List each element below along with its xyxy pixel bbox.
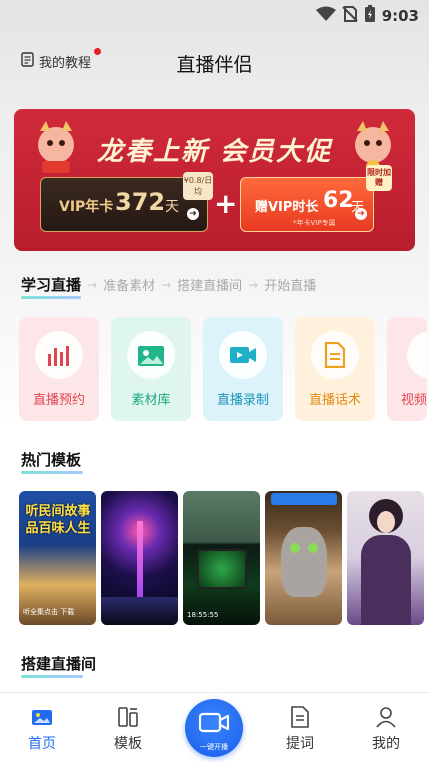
- template-banner: [271, 493, 337, 505]
- bar-chart-icon: [35, 331, 83, 379]
- template-card[interactable]: [347, 491, 424, 625]
- profile-icon: [376, 707, 396, 728]
- tool-video[interactable]: 视频: [387, 317, 427, 421]
- bonus-card-note: *年卡VIP专属: [293, 219, 336, 227]
- wifi-icon: [315, 6, 336, 26]
- template-icon: [118, 707, 138, 727]
- step-build-room[interactable]: 搭建直播间: [177, 275, 242, 294]
- vip-card-label: VIP年卡: [59, 199, 114, 215]
- go-live-button[interactable]: 一键开播: [185, 699, 243, 757]
- status-bar: 9:03: [0, 0, 429, 30]
- template-card[interactable]: 听民间故事品百味人生 听全集点击 下载: [19, 491, 96, 625]
- nav-label: 首页: [28, 736, 56, 752]
- tool-label: 直播话术: [308, 393, 361, 408]
- nav-profile[interactable]: 我的: [356, 705, 416, 753]
- image-icon: [127, 331, 175, 379]
- city-image: [101, 597, 178, 625]
- bonus-card-days: 62: [323, 188, 354, 213]
- bonus-vip-card[interactable]: 赠VIP时长 62 天 *年卡VIP专属 ➜: [240, 177, 374, 232]
- page-title: 直播伴侣: [176, 54, 253, 76]
- nav-label: 我的: [372, 736, 400, 752]
- tool-material-library[interactable]: 素材库: [111, 317, 191, 421]
- video-icon: [407, 331, 427, 379]
- step-start-live[interactable]: 开始直播: [264, 275, 316, 294]
- arrow-right-icon: ➜: [355, 208, 367, 220]
- template-card[interactable]: [265, 491, 342, 625]
- tool-label: 视频: [401, 393, 427, 408]
- template-time: 18:55:55: [187, 611, 219, 619]
- limited-badge: 限时加赠: [366, 165, 392, 191]
- battery-icon: [364, 5, 376, 27]
- clock: 9:03: [381, 7, 419, 25]
- arrow-icon: →: [248, 277, 259, 292]
- video-camera-icon: [219, 331, 267, 379]
- price-tag: ¥0.8/日均: [183, 172, 213, 200]
- nav-prompter[interactable]: 提词: [270, 705, 330, 753]
- plus-sign: +: [214, 187, 238, 220]
- go-live-label: 一键开播: [200, 743, 228, 751]
- cat-eye: [308, 543, 318, 553]
- arrow-icon: →: [161, 277, 172, 292]
- vip-card-unit: 天: [165, 199, 179, 215]
- nav-home[interactable]: 首页: [12, 705, 72, 753]
- tool-label: 素材库: [131, 393, 171, 408]
- learning-steps: 学习直播 → 准备素材 → 搭建直播间 → 开始直播: [21, 274, 316, 299]
- nav-label: 模板: [114, 736, 142, 752]
- body-image: [361, 535, 411, 625]
- nav-label: 提词: [286, 736, 314, 752]
- vip-annual-card[interactable]: VIP年卡 372 天 ¥0.8/日均 ➜: [40, 172, 213, 232]
- nav-templates[interactable]: 模板: [98, 705, 158, 753]
- template-footer: 听全集点击 下载: [23, 608, 75, 616]
- tool-live-reservation[interactable]: 直播预约: [19, 317, 99, 421]
- tool-label: 直播录制: [216, 393, 269, 408]
- template-card[interactable]: 18:55:55: [183, 491, 260, 625]
- top-bar: 我的教程 直播伴侣: [0, 44, 429, 80]
- templates-row: 听民间故事品百味人生 听全集点击 下载 18:55:55: [19, 491, 424, 625]
- no-sim-icon: [341, 6, 358, 26]
- prompter-icon: [291, 706, 309, 728]
- document-icon: [311, 331, 359, 379]
- banner-title: 龙春上新 会员大促: [96, 137, 333, 167]
- arrow-icon: →: [87, 277, 98, 292]
- cat-eye: [290, 543, 300, 553]
- tool-live-script[interactable]: 直播话术: [295, 317, 375, 421]
- home-icon: [32, 710, 52, 725]
- arrow-right-icon: ➜: [187, 208, 199, 220]
- window-image: [197, 549, 247, 589]
- step-learn-live[interactable]: 学习直播: [21, 274, 82, 299]
- tools-row: 直播预约 素材库 直播录制 直播话术 视频: [19, 317, 427, 421]
- face-image: [377, 511, 395, 533]
- vip-card-days: 372: [115, 188, 166, 216]
- camera-icon: [199, 712, 229, 733]
- step-prepare-material[interactable]: 准备素材: [103, 275, 155, 294]
- build-room-title: 搭建直播间: [21, 655, 97, 678]
- cat-image: [281, 527, 327, 597]
- tool-label: 直播预约: [32, 393, 85, 408]
- template-caption: 听民间故事品百味人生: [25, 504, 91, 536]
- bonus-card-label: 赠VIP时长: [255, 200, 319, 215]
- hot-templates-title: 热门模板: [21, 451, 84, 474]
- promo-banner[interactable]: 龙春上新 会员大促 VIP年卡 372 天 ¥0.8/日均 ➜ + 赠VIP时长…: [14, 109, 415, 251]
- template-card[interactable]: [101, 491, 178, 625]
- tool-live-recording[interactable]: 直播录制: [203, 317, 283, 421]
